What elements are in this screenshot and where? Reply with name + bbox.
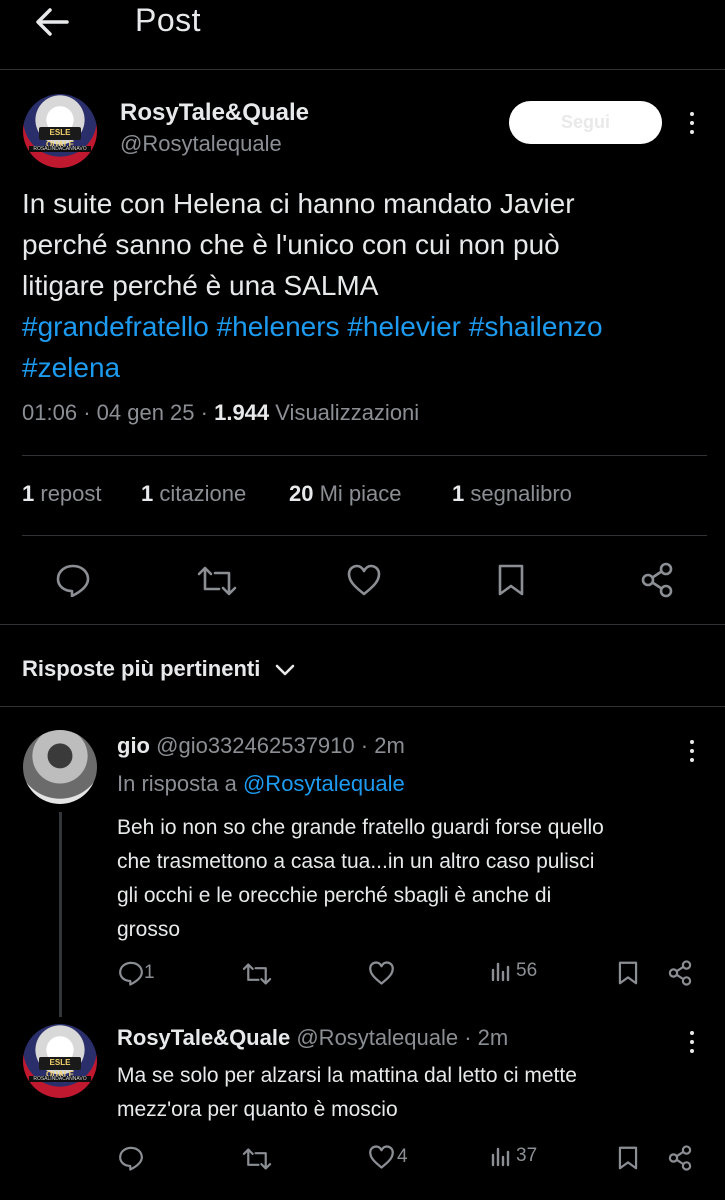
views-label: Visualizzazioni [275, 400, 420, 425]
like-button[interactable] [346, 564, 382, 596]
reply-text: Ma se solo per alzarsi la mattina dal le… [117, 1064, 577, 1121]
analytics-icon [491, 962, 510, 982]
analytics-icon [491, 1147, 510, 1167]
post-date: 04 gen 25 [96, 400, 195, 425]
reply-repost-button[interactable] [241, 962, 273, 991]
bookmark-icon [618, 961, 638, 985]
more-options-icon[interactable] [680, 109, 704, 139]
avatar-strip: ROSALINDACANNAVO [28, 1075, 92, 1082]
heart-icon [347, 564, 381, 596]
post-time: 01:06 [22, 400, 78, 425]
actions-divider [0, 624, 725, 625]
bookmark-icon [498, 564, 524, 596]
reply-author-handle[interactable]: @gio332462537910 [156, 733, 355, 758]
meta-divider [22, 455, 707, 456]
share-icon [641, 562, 673, 598]
reply-to-prefix: In risposta a [117, 771, 237, 796]
author-avatar[interactable]: ESLE QUALE ROSALINDACANNAVO [23, 94, 97, 168]
meta-sep: · [83, 400, 91, 425]
reply-share-button[interactable] [667, 960, 693, 991]
avatar-strip: ROSALINDACANNAVO [28, 145, 92, 152]
author-name[interactable]: RosyTale&Quale [120, 99, 309, 127]
stats-divider [22, 535, 707, 536]
reply-views-button[interactable]: 37 [490, 1145, 537, 1167]
share-button[interactable] [639, 562, 675, 598]
post-text-line: perché sanno che è l'unico con cui non p… [22, 229, 560, 260]
post-text: In suite con Helena ci hanno mandato Jav… [22, 183, 712, 388]
reply-text: Beh io non so che grande fratello guardi… [117, 816, 604, 941]
follow-button[interactable]: Segui [509, 101, 662, 144]
heart-icon [369, 1145, 394, 1169]
post-meta: 01:06 · 04 gen 25 · 1.944 Visualizzazion… [22, 400, 419, 426]
reply-like-button[interactable]: 4 [368, 1145, 408, 1169]
reply-to-handle[interactable]: @Rosytalequale [243, 771, 405, 796]
section-divider [0, 706, 725, 707]
reply-author-handle[interactable]: @Rosytalequale [296, 1025, 458, 1050]
reply-reply-button[interactable] [118, 1145, 144, 1176]
reply-header: RosyTale&Quale @Rosytalequale · 2m [117, 1025, 508, 1051]
reply-author-name[interactable]: gio [117, 733, 150, 758]
page-title: Post [135, 2, 202, 38]
reply-author-name[interactable]: RosyTale&Quale [117, 1025, 290, 1050]
reply-button[interactable] [55, 563, 91, 597]
replies-sort-dropdown[interactable]: Risposte più pertinenti [22, 656, 296, 682]
post-text-line: In suite con Helena ci hanno mandato Jav… [22, 188, 575, 219]
bookmark-icon [618, 1146, 638, 1170]
reply-header: gio @gio332462537910 · 2m [117, 733, 405, 759]
reply-more-options-icon[interactable] [680, 737, 704, 767]
like-count: 4 [397, 1146, 408, 1167]
share-icon [668, 960, 692, 986]
reply-like-button[interactable] [368, 961, 395, 990]
author-handle[interactable]: @Rosytalequale [120, 131, 282, 157]
avatar-badge: ESLE QUALE [39, 126, 81, 149]
share-icon [668, 1145, 692, 1171]
chevron-down-icon [276, 664, 295, 676]
reply-icon [56, 564, 90, 597]
reply-repost-button[interactable] [241, 1147, 273, 1176]
views-count: 1.944 [214, 400, 270, 425]
replies-sort-label: Risposte più pertinenti [22, 656, 261, 681]
reply-time: · 2m [464, 1025, 509, 1050]
repost-button[interactable] [195, 565, 239, 597]
avatar-badge: ESLE QUALE [39, 1056, 81, 1079]
reply-icon [119, 961, 143, 986]
reply-bookmark-button[interactable] [617, 960, 639, 991]
reply-views-button[interactable]: 56 [490, 960, 537, 982]
reply-avatar-rosytale[interactable]: ESLE QUALE ROSALINDACANNAVO [23, 1024, 97, 1098]
arrow-left-icon [36, 8, 69, 36]
heart-icon [369, 961, 394, 985]
repost-icon [242, 963, 272, 985]
reply-share-button[interactable] [667, 1145, 693, 1176]
repost-icon [197, 566, 237, 596]
views-count: 37 [516, 1145, 538, 1166]
stat-reposts[interactable]: 1 repost [22, 481, 102, 507]
reply-avatar-gio[interactable] [23, 730, 97, 804]
stat-likes[interactable]: 20 Mi piace [289, 481, 402, 507]
repost-icon [242, 1148, 272, 1170]
bookmark-button[interactable] [496, 563, 526, 597]
back-button[interactable] [34, 6, 74, 38]
views-count: 56 [516, 960, 538, 981]
reply-more-options-icon[interactable] [680, 1028, 704, 1058]
reply-time: · 2m [360, 733, 405, 758]
stat-quotes[interactable]: 1 citazione [141, 481, 246, 507]
post-hashtags[interactable]: #grandefratello #heleners #helevier #sha… [22, 306, 712, 347]
header-divider [0, 69, 725, 70]
stat-bookmarks[interactable]: 1 segnalibro [452, 481, 572, 507]
thread-line [59, 812, 62, 1017]
post-hashtag-zelena[interactable]: #zelena [22, 347, 712, 388]
post-text-line: litigare perché è una SALMA [22, 270, 379, 301]
reply-count: 1 [144, 962, 155, 983]
reply-reply-button[interactable]: 1 [118, 960, 155, 986]
reply-bookmark-button[interactable] [617, 1145, 639, 1176]
reply-to-line: In risposta a @Rosytalequale [117, 771, 405, 797]
reply-icon [119, 1146, 143, 1171]
meta-sep: · [200, 400, 208, 425]
